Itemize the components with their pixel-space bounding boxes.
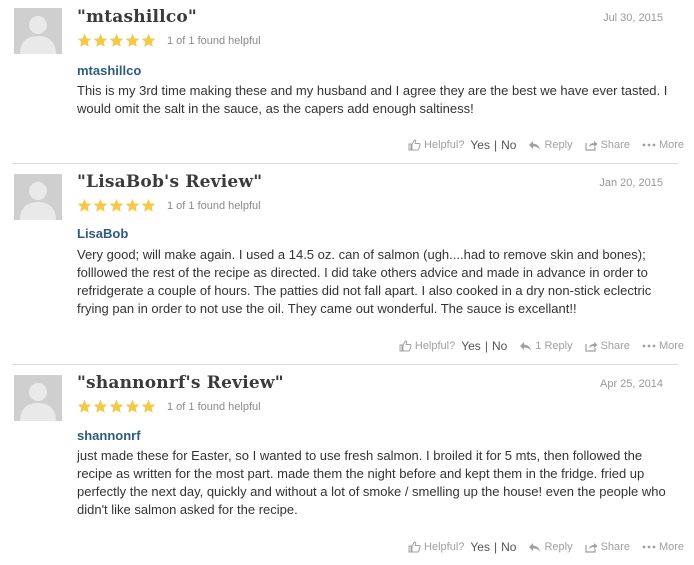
- share-button[interactable]: Share: [584, 541, 630, 553]
- helpful-count: 1 of 1 found helpful: [167, 401, 261, 413]
- star-icon: [109, 198, 124, 212]
- reply-label: Reply: [544, 541, 573, 553]
- review-date: Apr 25, 2014: [600, 378, 663, 390]
- reply-arrow-icon: [520, 341, 532, 351]
- star-icon: [141, 33, 156, 47]
- star-rating: [77, 198, 156, 214]
- yes-button[interactable]: Yes: [470, 138, 490, 152]
- review-actions: Helpful? Yes | No Reply Share More: [396, 539, 684, 555]
- share-label: Share: [600, 340, 630, 352]
- star-icon: [93, 198, 108, 212]
- star-icon: [109, 33, 124, 47]
- author-link[interactable]: mtashillco: [77, 63, 141, 78]
- more-label: More: [658, 340, 684, 352]
- no-button[interactable]: No: [492, 339, 507, 353]
- more-button[interactable]: More: [642, 139, 684, 151]
- separator: |: [493, 540, 498, 554]
- avatar[interactable]: [14, 174, 62, 220]
- share-button[interactable]: Share: [584, 139, 630, 151]
- helpful-label: Helpful?: [424, 139, 465, 151]
- star-icon: [125, 198, 140, 212]
- helpful-prompt: Helpful?: [408, 139, 464, 151]
- separator: |: [493, 138, 498, 152]
- star-icon: [109, 399, 124, 413]
- no-button[interactable]: No: [501, 138, 516, 152]
- helpful-prompt: Helpful?: [408, 541, 464, 553]
- share-label: Share: [600, 541, 630, 553]
- avatar[interactable]: [14, 8, 62, 54]
- review-body: This is my 3rd time making these and my …: [77, 83, 668, 116]
- reply-button[interactable]: Reply: [528, 139, 573, 151]
- share-label: Share: [600, 139, 630, 151]
- reply-button[interactable]: 1 Reply: [519, 340, 573, 352]
- thumbs-up-icon: [408, 139, 421, 151]
- person-silhouette-icon: [20, 383, 56, 421]
- more-dots-icon: [642, 143, 656, 147]
- helpful-count: 1 of 1 found helpful: [167, 200, 261, 212]
- yes-button[interactable]: Yes: [470, 540, 490, 554]
- star-rating: [77, 33, 156, 49]
- thumbs-up-icon: [399, 340, 412, 352]
- review-actions: Helpful? Yes | No Reply Share More: [396, 137, 684, 153]
- person-silhouette-icon: [20, 182, 56, 220]
- review-body: just made these for Easter, so I wanted …: [77, 448, 666, 517]
- more-button[interactable]: More: [642, 340, 684, 352]
- reply-arrow-icon: [529, 140, 541, 150]
- review-title: "shannonrf's Review": [77, 373, 284, 393]
- no-button[interactable]: No: [501, 540, 516, 554]
- reply-label: 1 Reply: [535, 340, 573, 352]
- star-icon: [125, 33, 140, 47]
- share-button[interactable]: Share: [584, 340, 630, 352]
- review-body: Very good; will make again. I used a 14.…: [77, 247, 652, 316]
- person-silhouette-icon: [20, 16, 56, 54]
- author-link[interactable]: LisaBob: [77, 226, 128, 241]
- review-date: Jan 20, 2015: [599, 177, 663, 189]
- helpful-label: Helpful?: [424, 541, 465, 553]
- more-dots-icon: [642, 344, 656, 348]
- star-icon: [141, 198, 156, 212]
- share-icon: [584, 140, 598, 151]
- review-title: "mtashillco": [77, 7, 197, 27]
- separator: |: [484, 339, 488, 353]
- more-dots-icon: [642, 545, 656, 549]
- thumbs-up-icon: [408, 541, 421, 553]
- star-icon: [141, 399, 156, 413]
- avatar[interactable]: [14, 375, 62, 421]
- divider: [12, 163, 678, 164]
- star-icon: [125, 399, 140, 413]
- star-rating: [77, 399, 156, 415]
- review-title: "LisaBob's Review": [77, 172, 263, 192]
- helpful-label: Helpful?: [414, 340, 456, 352]
- reply-arrow-icon: [529, 542, 541, 552]
- review-date: Jul 30, 2015: [603, 12, 663, 24]
- star-icon: [77, 399, 92, 413]
- reply-label: Reply: [544, 139, 573, 151]
- star-icon: [77, 33, 92, 47]
- share-icon: [584, 341, 598, 352]
- reply-button[interactable]: Reply: [528, 541, 573, 553]
- share-icon: [584, 542, 598, 553]
- yes-button[interactable]: Yes: [461, 339, 481, 353]
- more-label: More: [658, 541, 684, 553]
- author-link[interactable]: shannonrf: [77, 428, 141, 443]
- helpful-count: 1 of 1 found helpful: [167, 35, 261, 47]
- review-actions: Helpful? Yes | No 1 Reply Share More: [387, 338, 684, 354]
- helpful-prompt: Helpful?: [399, 340, 455, 352]
- more-button[interactable]: More: [642, 541, 684, 553]
- divider: [12, 364, 678, 365]
- more-label: More: [658, 139, 684, 151]
- star-icon: [93, 33, 108, 47]
- star-icon: [93, 399, 108, 413]
- star-icon: [77, 198, 92, 212]
